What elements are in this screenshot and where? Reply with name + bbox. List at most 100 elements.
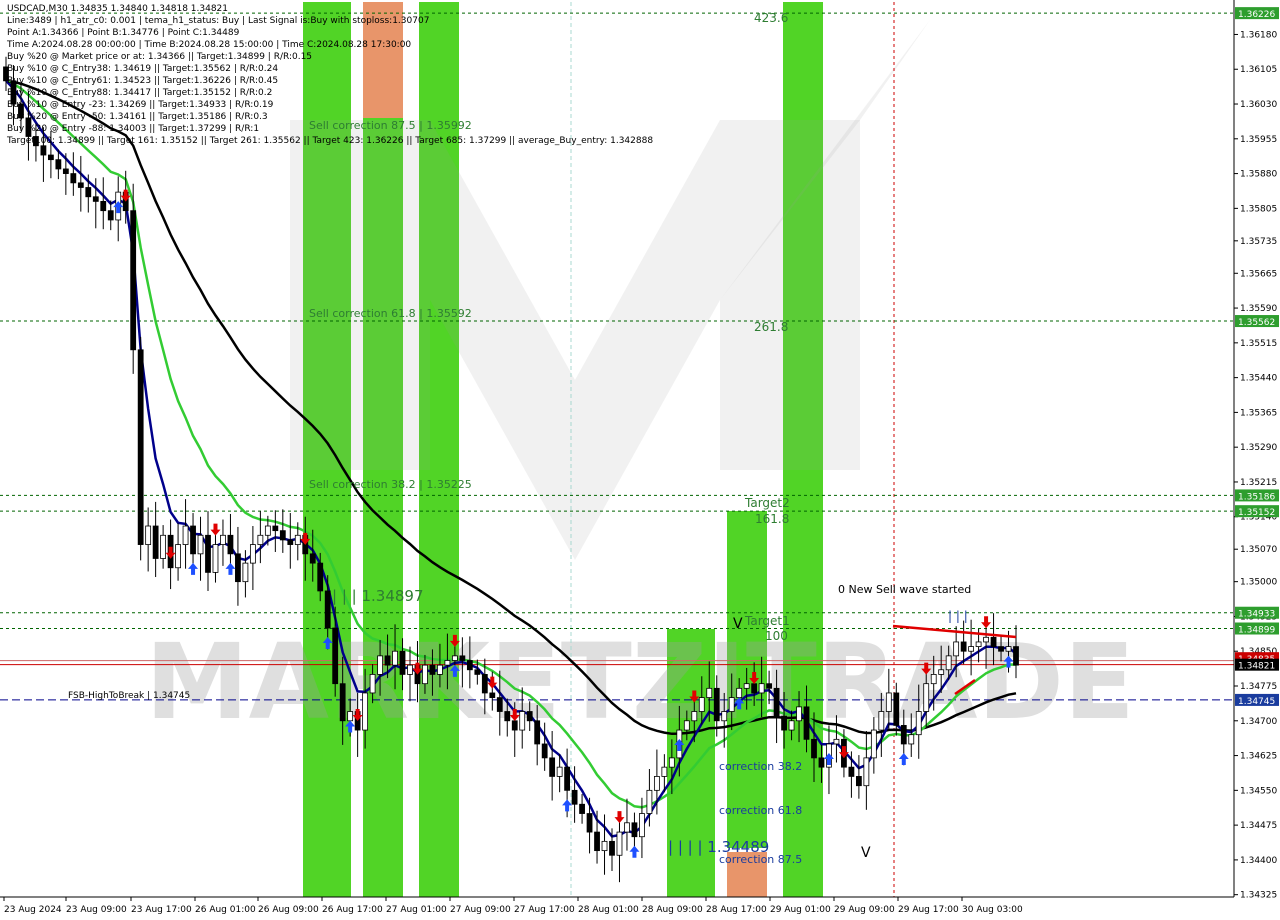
x-tick-label: 27 Aug 09:00 [450,905,511,915]
candle-body [691,711,698,722]
ohlc-values: 1.34835 1.34840 1.34818 1.34821 [70,4,229,14]
level-badge-text: 1.34933 [1238,610,1275,620]
info-line: Point A:1.34366 | Point B:1.34776 | Poin… [7,28,240,38]
sell-correction-875-label: Sell correction 87.5 | 1.35992 [309,119,472,132]
candle-body [309,553,316,564]
candle-body [85,187,92,198]
y-tick-label: 1.34325 [1240,891,1277,901]
candle-body [1005,646,1012,652]
candle-body [392,650,398,666]
buy-arrow-icon [898,752,909,765]
candle-body [175,544,181,569]
candle-body [870,729,877,759]
candle-body [92,196,99,202]
candle-body [631,822,638,838]
candle-body [609,840,615,856]
y-tick-label: 1.36030 [1240,100,1277,110]
y-tick-label: 1.34775 [1240,682,1277,692]
v-marker: V [861,845,871,861]
candle-body [855,776,862,787]
candle-body [347,711,354,722]
candle-body [294,534,301,545]
candle-body [706,687,713,698]
y-tick-label: 1.34625 [1240,752,1277,762]
candle-body [279,530,286,541]
x-tick-label: 29 Aug 17:00 [898,905,959,915]
point-b-label: | | | 1.34897 [332,587,424,605]
candle-body [653,776,660,791]
candle-body [953,641,960,657]
candle-body [130,210,137,351]
high-to-break-badge-text: 1.34745 [1238,697,1275,707]
candle-body [242,562,249,583]
sell-arrow-icon [210,523,221,536]
candle-body [152,525,159,559]
candle-body [496,697,503,712]
y-tick-label: 1.34475 [1240,821,1277,831]
x-tick-label: 26 Aug 17:00 [322,905,383,915]
candle-body [713,687,720,722]
candle-body [930,674,937,685]
sell-correction-382-label: Sell correction 38.2 | 1.35225 [309,478,472,491]
candle-body [47,154,54,161]
candle-body [616,831,623,856]
candle-body [668,757,675,768]
y-tick-label: 1.35665 [1240,269,1277,279]
y-tick-label: 1.34700 [1240,717,1277,727]
candle-body [489,692,496,698]
x-tick-label: 23 Aug 09:00 [66,905,127,915]
x-tick-label: 28 Aug 17:00 [706,905,767,915]
candle-body [938,669,945,675]
v-marker: V [733,616,743,632]
candle-body [235,553,241,583]
correction-618-label: correction 61.8 [719,804,802,817]
x-tick-label: 27 Aug 17:00 [514,905,575,915]
candle-body [100,201,107,212]
info-line: Buy %10 @ C_Entry38: 1.34619 || Target:1… [7,64,279,74]
info-line: Buy %20 @ Entry -50: 1.34161 || Target:1… [7,112,268,122]
candles-layer [3,56,1019,883]
candle-body [519,711,526,731]
candle-body [818,757,825,768]
y-tick-label: 1.36105 [1240,65,1277,75]
candle-body [362,692,369,731]
target1-label: Target1 [744,614,790,628]
x-tick-label: 29 Aug 09:00 [834,905,895,915]
candle-body [444,660,451,666]
info-line: Time A:2024.08.28 00:00:00 | Time B:2024… [7,40,412,50]
candle-body [960,641,967,652]
candle-body [975,641,982,647]
x-tick-label: 23 Aug 2024 [4,905,62,915]
candle-body [107,210,114,221]
y-tick-label: 1.34550 [1240,786,1277,796]
candle-body [721,711,728,722]
candle-body [466,660,473,671]
info-line: Buy %20 @ Entry -88: 1.34003 || Target:1… [7,124,260,134]
candle-body [377,655,383,675]
info-line: Target100: 1.34899 || Target 161: 1.3515… [7,136,654,146]
y-tick-label: 1.35735 [1240,237,1277,247]
sell-correction-618-label: Sell correction 61.8 | 1.35592 [309,307,472,320]
candle-body [220,534,226,545]
candle-body [736,687,743,698]
candle-body [758,683,765,694]
level-badge-text: 1.35152 [1238,508,1275,518]
candle-body [683,720,690,731]
bars-marker: | | | [948,609,968,623]
candle-body [990,636,997,647]
y-tick-label: 1.35215 [1240,478,1277,488]
candle-body [474,669,481,675]
y-tick-label: 1.35000 [1240,578,1277,588]
candle-body [384,655,391,666]
candle-body [811,738,817,759]
candle-body [332,627,339,685]
info-line: Buy %10 @ C_Entry88: 1.34417 || Target:1… [7,88,273,98]
info-line: Buy %10 @ Entry -23: 1.34269 || Target:1… [7,100,274,110]
candle-body [504,711,511,722]
chart-window[interactable]: MARKETZITRADE Sell correction 87.5 | 1.3… [0,0,1280,920]
candle-body [197,534,204,555]
candle-body [422,664,428,685]
candle-body [190,525,196,555]
y-tick-label: 1.36180 [1240,30,1277,40]
candle-body [968,646,975,652]
